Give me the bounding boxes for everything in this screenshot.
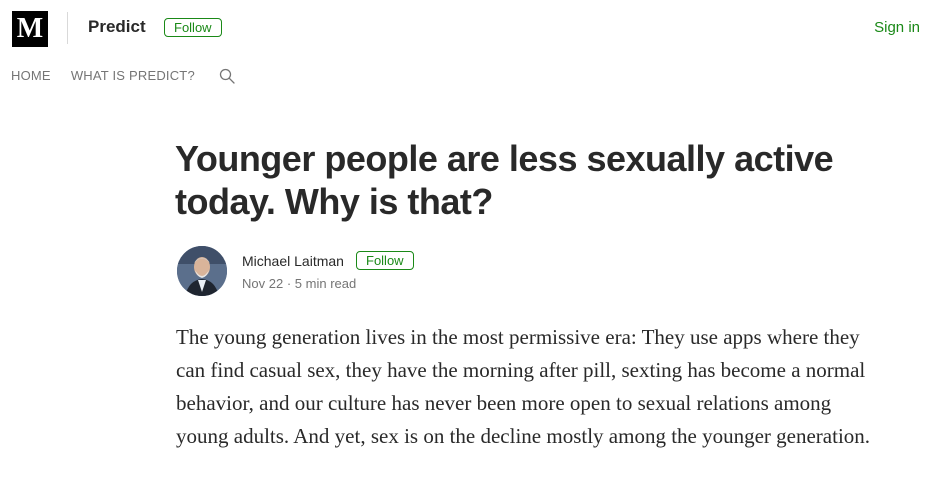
author-follow-button[interactable]: Follow (356, 251, 414, 270)
sign-in-link[interactable]: Sign in (874, 18, 920, 38)
publication-follow-button[interactable]: Follow (164, 18, 222, 37)
nav-item-what-is-predict[interactable]: WHAT IS PREDICT? (71, 67, 195, 85)
read-time: 5 min read (294, 276, 357, 291)
header-divider (67, 12, 68, 44)
top-bar: M Predict Follow Sign in (0, 0, 936, 56)
publication-name[interactable]: Predict (88, 16, 146, 38)
meta-separator: · (286, 276, 292, 291)
publication-nav: HOME WHAT IS PREDICT? (11, 66, 235, 86)
nav-item-home[interactable]: HOME (11, 67, 51, 85)
author-avatar[interactable] (177, 246, 227, 296)
article-title: Younger people are less sexually active … (175, 138, 834, 222)
medium-logo[interactable]: M (12, 11, 48, 47)
publish-date: Nov 22 (242, 276, 284, 291)
author-name[interactable]: Michael Laitman (242, 252, 344, 270)
article-meta: Nov 22 · 5 min read (242, 275, 356, 293)
article-paragraph: The young generation lives in the most p… (176, 325, 871, 448)
search-icon[interactable] (219, 68, 235, 84)
